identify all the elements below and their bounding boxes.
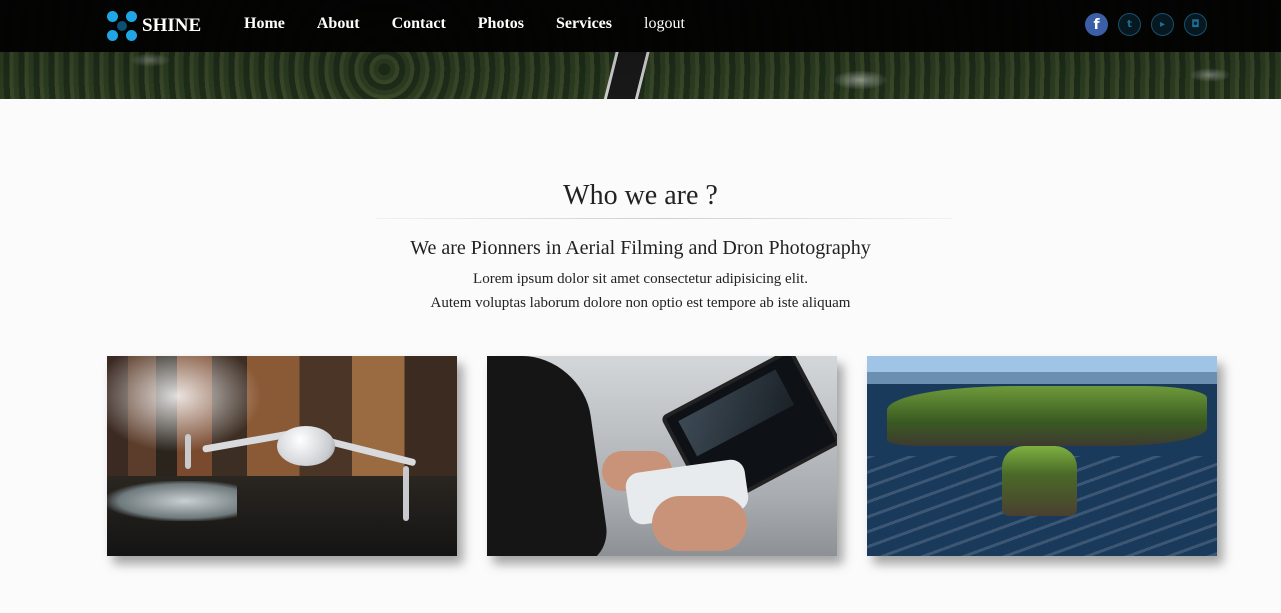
instagram-icon[interactable]: ◘: [1184, 13, 1207, 36]
drone-logo-icon: [107, 10, 138, 42]
nav-contact[interactable]: Contact: [392, 15, 446, 33]
twitter-icon[interactable]: t: [1118, 13, 1141, 36]
cliff-image: [887, 386, 1207, 446]
nav-about[interactable]: About: [317, 15, 360, 33]
youtube-icon[interactable]: ▸: [1151, 13, 1174, 36]
photo-card-drone[interactable]: [107, 356, 457, 556]
brand-name: SHINE: [142, 15, 202, 36]
title-divider: [376, 218, 952, 219]
main-nav: Home About Contact Photos Services logou…: [244, 15, 717, 33]
nav-services[interactable]: Services: [556, 15, 612, 33]
photo-card-cliffs[interactable]: [867, 356, 1217, 556]
brand-logo-link[interactable]: SHINE: [107, 10, 201, 42]
photo-card-controller[interactable]: [487, 356, 837, 556]
section-subtitle: We are Pionners in Aerial Filming and Dr…: [410, 237, 871, 259]
drone-image: [277, 426, 335, 466]
facebook-icon[interactable]: f: [1085, 13, 1108, 36]
description-line-1: Lorem ipsum dolor sit amet consectetur a…: [473, 271, 808, 287]
navbar: SHINE Home About Contact Photos Services…: [0, 0, 1281, 52]
social-links: f t ▸ ◘: [1085, 13, 1217, 36]
nav-home[interactable]: Home: [244, 15, 285, 33]
nav-logout[interactable]: logout: [644, 15, 685, 33]
sea-stack-image: [1002, 446, 1077, 516]
nav-photos[interactable]: Photos: [478, 15, 524, 33]
description-line-2: Autem voluptas laborum dolore non optio …: [430, 295, 851, 311]
section-title: Who we are ?: [563, 180, 718, 211]
